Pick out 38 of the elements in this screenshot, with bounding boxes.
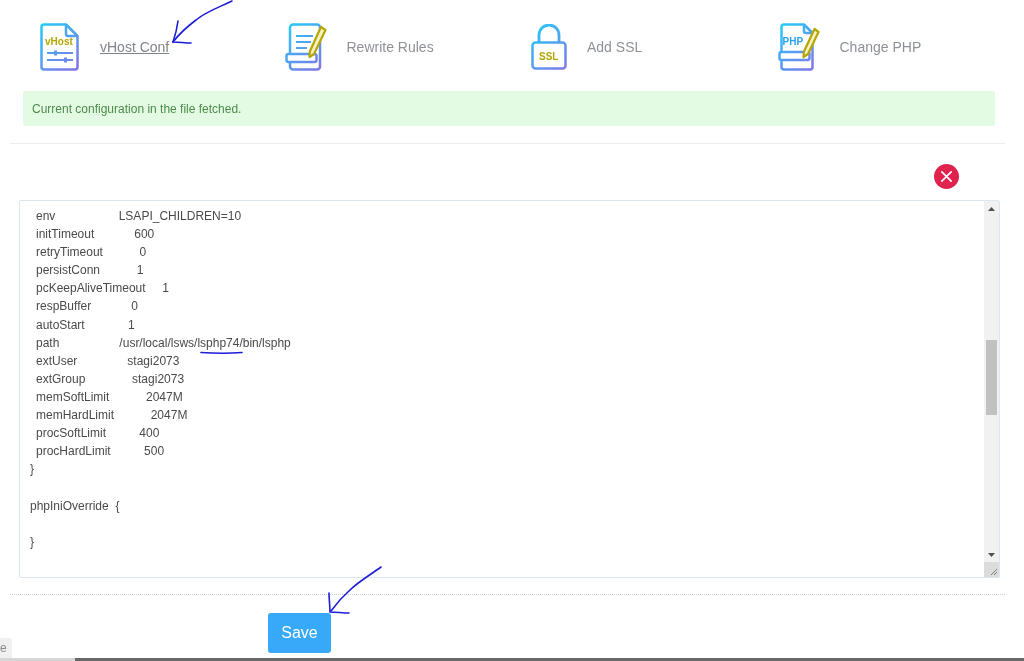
resize-grip-icon[interactable] (984, 562, 999, 577)
annotation-arrow (172, 0, 233, 44)
tool-link[interactable]: Rewrite Rules (346, 36, 434, 58)
icon-caption: SSL (539, 51, 559, 62)
scrollbar[interactable] (984, 201, 999, 577)
scroll-up-arrow-icon[interactable] (988, 206, 995, 211)
scroll-down-arrow-icon[interactable] (988, 552, 995, 557)
code-line: extGroup stagi2073 (36, 370, 185, 388)
scroll-thumb[interactable] (986, 340, 997, 415)
code-line: procSoftLimit 400 (36, 425, 160, 443)
tool-link[interactable]: Add SSL (587, 36, 643, 58)
code-line: memSoftLimit 2047M (36, 388, 183, 406)
icon-caption: vHost (45, 36, 73, 47)
code-line: } (30, 461, 34, 479)
code-line: procHardLimit 500 (36, 443, 165, 461)
tool-link[interactable]: Change PHP (839, 36, 922, 58)
code-line: respBuffer 0 (36, 298, 138, 316)
code-line: autoStart 1 (36, 316, 135, 334)
file-icon[interactable]: vHost (38, 23, 80, 71)
code-line: pcKeepAliveTimeout 1 (36, 280, 169, 298)
side-tab[interactable]: e (0, 638, 12, 658)
annotation-underline (200, 351, 243, 355)
success-alert: Current configuration in the file fetched. (23, 91, 995, 126)
annotation-arrow (328, 566, 382, 614)
document-pencil-icon[interactable] (284, 23, 327, 71)
code-line: initTimeout 600 (36, 226, 155, 244)
code-line: retryTimeout 0 (36, 244, 147, 262)
tool-link[interactable]: vHost Conf (100, 36, 170, 58)
save-button[interactable]: Save (268, 613, 331, 653)
code-line: phpIniOverride { (30, 497, 120, 515)
icon-caption: PHP (782, 36, 804, 47)
code-line: env LSAPI_CHILDREN=10 (36, 208, 242, 225)
code-line: } (30, 533, 34, 551)
code-line: extUser stagi2073 (36, 352, 180, 370)
code-line: persistConn 1 (36, 262, 144, 280)
close-icon[interactable] (934, 164, 959, 189)
code-line: path /usr/local/lsws/lsphp74/bin/lsphp (36, 334, 291, 352)
code-line: memHardLimit 2047M (36, 407, 188, 425)
